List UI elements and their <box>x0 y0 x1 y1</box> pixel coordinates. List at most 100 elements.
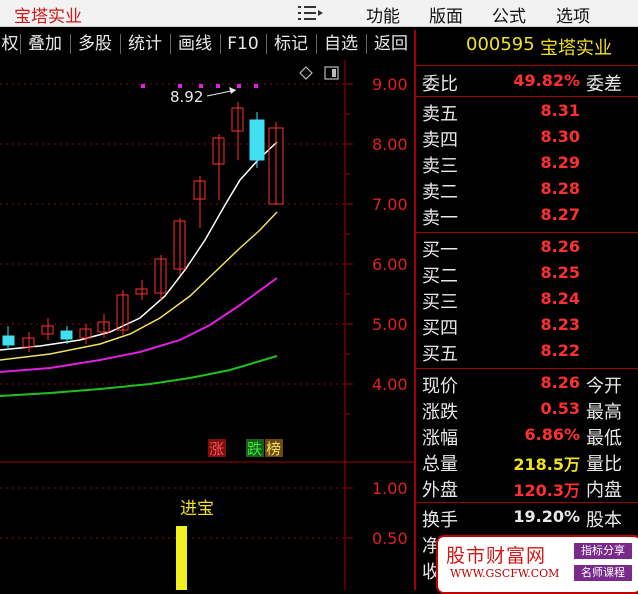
sell-price: 8.28 <box>540 179 580 198</box>
menu-options[interactable]: 选项 <box>556 2 590 27</box>
turnover-label: 换手 <box>422 510 458 531</box>
watermark-url: WWW.GSCFW.COM <box>450 567 560 580</box>
watermark-tag: 名师课程 <box>574 565 632 581</box>
fall-badge[interactable]: 跌 <box>247 440 262 458</box>
stat-row: 涨跌 0.53 最高 <box>416 398 638 423</box>
price-axis-label: 5.00 <box>372 315 408 334</box>
sell-row[interactable]: 卖五 8.31 <box>416 100 638 125</box>
stat-value: 0.53 <box>540 399 580 418</box>
sell-level-label: 卖二 <box>422 182 458 203</box>
buy-row[interactable]: 买四 8.23 <box>416 314 638 339</box>
stock-code: 000595 <box>466 34 535 55</box>
buy-row[interactable]: 买一 8.26 <box>416 236 638 261</box>
sell-row[interactable]: 卖二 8.28 <box>416 178 638 203</box>
buy-row[interactable]: 买五 8.22 <box>416 340 638 365</box>
toolbar-mark-button[interactable]: 标记 <box>268 30 314 58</box>
sell-price: 8.31 <box>540 101 580 120</box>
ma60-line <box>0 355 278 397</box>
sell-level-label: 卖三 <box>422 156 458 177</box>
volume-axis-label: 1.00 <box>372 479 408 498</box>
menu-formula[interactable]: 公式 <box>492 2 526 27</box>
stat-label: 涨幅 <box>422 428 458 449</box>
stat-value: 218.5万 <box>513 455 580 474</box>
price-axis-label: 8.00 <box>372 135 408 154</box>
volume-axis-label: 0.50 <box>372 529 408 548</box>
toolbar-draw-button[interactable]: 画线 <box>172 30 218 58</box>
turnover-row: 换手 19.20% 股本 <box>416 506 638 531</box>
stat-value: 6.86% <box>524 425 580 444</box>
stat-label-right: 量比 <box>586 454 622 475</box>
price-axis-label: 4.00 <box>372 375 408 394</box>
sell-price: 8.30 <box>540 127 580 146</box>
rank-badge[interactable]: 榜 <box>266 440 281 458</box>
app-title: 宝塔实业 <box>14 7 82 27</box>
stat-label-right: 最低 <box>586 428 622 449</box>
buy-price: 8.23 <box>540 315 580 334</box>
stat-value: 120.3万 <box>513 481 580 500</box>
toolbar-rights-button[interactable]: 权 <box>0 30 20 58</box>
sell-price: 8.29 <box>540 153 580 172</box>
indicator-bar <box>176 526 187 590</box>
sell-row[interactable]: 卖三 8.29 <box>416 152 638 177</box>
price-axis-label: 6.00 <box>372 255 408 274</box>
weibi-label: 委比 <box>422 74 458 95</box>
stat-label-right: 最高 <box>586 402 622 423</box>
weibi-value: 49.82% <box>513 71 580 90</box>
toolbar-watchlist-button[interactable]: 自选 <box>318 30 364 58</box>
toolbar-multi-stock-button[interactable]: 多股 <box>72 30 118 58</box>
title-bar: 宝塔实业 功能 版面 公式 选项 <box>0 0 638 27</box>
kline-chart[interactable]: 9.00 8.00 7.00 6.00 5.00 4.00 1.00 0.50 <box>0 60 414 590</box>
ma5-line <box>0 141 278 351</box>
sell-level-label: 卖四 <box>422 130 458 151</box>
stat-row: 现价 8.26 今开 <box>416 372 638 397</box>
diamond-icon[interactable] <box>299 66 313 80</box>
toolbar-f10-button[interactable]: F10 <box>222 30 264 58</box>
rise-badge[interactable]: 涨 <box>209 440 224 458</box>
price-axis-label: 7.00 <box>372 195 408 214</box>
buy-level-label: 买三 <box>422 292 458 313</box>
buy-level-label: 买一 <box>422 240 458 261</box>
buy-price: 8.22 <box>540 341 580 360</box>
sell-price: 8.27 <box>540 205 580 224</box>
buy-level-label: 买四 <box>422 318 458 339</box>
buy-row[interactable]: 买三 8.24 <box>416 288 638 313</box>
buy-level-label: 买五 <box>422 344 458 365</box>
buy-level-label: 买二 <box>422 266 458 287</box>
indicator-label: 进宝 <box>180 499 214 519</box>
stock-name: 宝塔实业 <box>540 38 612 59</box>
sell-level-label: 卖五 <box>422 104 458 125</box>
buy-price: 8.25 <box>540 263 580 282</box>
ma20-line <box>0 277 278 373</box>
stat-row: 外盘 120.3万 内盘 <box>416 476 638 501</box>
stat-value: 8.26 <box>540 373 580 392</box>
stat-label-right: 内盘 <box>586 480 622 501</box>
watermark-title: 股市财富网 <box>446 545 547 567</box>
high-price-annotation: 8.92 <box>170 88 203 106</box>
list-menu-icon[interactable] <box>296 3 324 23</box>
toolbar-back-button[interactable]: 返回 <box>368 30 414 58</box>
ma10-line <box>0 211 278 361</box>
share-capital-label: 股本 <box>586 510 622 531</box>
weicha-label: 委差 <box>586 74 622 95</box>
sell-row[interactable]: 卖一 8.27 <box>416 204 638 229</box>
stat-label: 总量 <box>422 454 458 475</box>
weibi-row: 委比 49.82% 委差 <box>416 70 638 95</box>
toolbar-statistics-button[interactable]: 统计 <box>122 30 168 58</box>
buy-price: 8.24 <box>540 289 580 308</box>
stat-label: 涨跌 <box>422 402 458 423</box>
menu-layout[interactable]: 版面 <box>429 2 463 27</box>
buy-row[interactable]: 买二 8.25 <box>416 262 638 287</box>
stat-label: 外盘 <box>422 480 458 501</box>
toolbar-overlay-button[interactable]: 叠加 <box>22 30 68 58</box>
stat-label-right: 今开 <box>586 376 622 397</box>
stat-row: 涨幅 6.86% 最低 <box>416 424 638 449</box>
turnover-value: 19.20% <box>513 507 580 526</box>
chart-toolbar: 权 叠加 多股 统计 画线 F10 标记 自选 返回 <box>0 30 414 58</box>
quote-panel: 000595 宝塔实业 委比 49.82% 委差 卖五 8.31 卖四 8.30… <box>414 30 638 590</box>
window-toggle-icon[interactable] <box>324 66 339 80</box>
buy-price: 8.26 <box>540 237 580 256</box>
menu-function[interactable]: 功能 <box>366 2 400 27</box>
sell-row[interactable]: 卖四 8.30 <box>416 126 638 151</box>
site-watermark: 股市财富网 WWW.GSCFW.COM 指标分享 名师课程 <box>436 535 638 594</box>
price-axis-label: 9.00 <box>372 75 408 94</box>
